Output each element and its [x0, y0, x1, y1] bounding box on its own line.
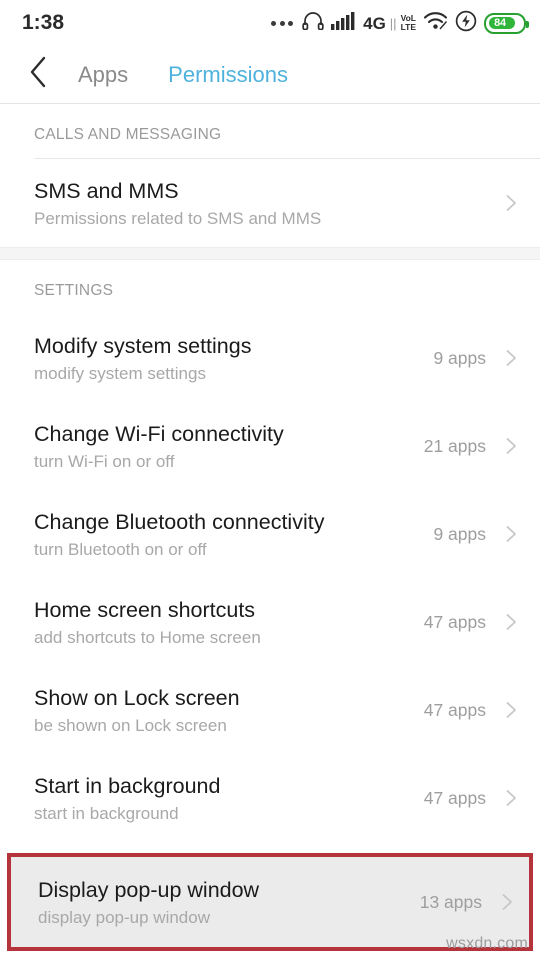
list-item-show-on-lock-screen[interactable]: Show on Lock screen be shown on Lock scr… — [0, 666, 540, 754]
row-text-group: Start in background start in background — [34, 773, 424, 824]
row-count: 47 apps — [423, 611, 486, 632]
section-settings: SETTINGS Modify system settings modify s… — [0, 260, 540, 951]
list-item-modify-system-settings[interactable]: Modify system settings modify system set… — [0, 314, 540, 402]
more-dots-icon — [271, 20, 294, 26]
row-count: 9 apps — [433, 347, 486, 368]
headset-icon — [302, 11, 324, 35]
list-item-sms-and-mms[interactable]: SMS and MMS Permissions related to SMS a… — [0, 159, 540, 247]
volte-icon: VoL LTE — [401, 14, 416, 32]
row-count: 13 apps — [419, 891, 482, 912]
row-count: 21 apps — [423, 435, 486, 456]
tab-permissions[interactable]: Permissions — [168, 63, 288, 86]
row-right-group: 13 apps — [420, 892, 516, 913]
row-subtitle: start in background — [34, 803, 179, 823]
network-4g-label: 4G — [363, 13, 386, 33]
row-title: Display pop-up window — [38, 877, 260, 902]
list-item-change-bluetooth-connectivity[interactable]: Change Bluetooth connectivity turn Bluet… — [0, 490, 540, 578]
row-text-group: SMS and MMS Permissions related to SMS a… — [34, 178, 486, 229]
chevron-right-icon — [502, 349, 520, 367]
row-subtitle: display pop-up window — [38, 907, 210, 927]
row-subtitle: add shortcuts to Home screen — [34, 627, 261, 647]
section-header-settings: SETTINGS — [34, 282, 114, 299]
row-title: Change Wi-Fi connectivity — [34, 421, 284, 446]
row-title: Show on Lock screen — [34, 685, 240, 710]
row-text-group: Change Wi-Fi connectivity turn Wi-Fi on … — [34, 421, 424, 472]
signal-separator-icon: || — [389, 15, 397, 31]
row-right-group: 21 apps — [424, 436, 520, 457]
permissions-list[interactable]: CALLS AND MESSAGING SMS and MMS Permissi… — [0, 104, 540, 956]
section-header-calls: CALLS AND MESSAGING — [34, 126, 222, 143]
status-bar: 1:38 4G || VoL LTE 84 — [0, 0, 540, 46]
row-subtitle: turn Bluetooth on or off — [34, 539, 207, 559]
tab-apps[interactable]: Apps — [78, 63, 128, 86]
chevron-right-icon — [502, 789, 520, 807]
section-calls-and-messaging: CALLS AND MESSAGING SMS and MMS Permissi… — [0, 104, 540, 247]
chevron-left-icon — [28, 55, 50, 94]
row-right-group: 47 apps — [424, 788, 520, 809]
row-subtitle: be shown on Lock screen — [34, 715, 227, 735]
battery-level-label: 84 — [494, 17, 506, 29]
row-count: 47 apps — [423, 787, 486, 808]
row-subtitle: Permissions related to SMS and MMS — [34, 208, 322, 228]
section-spacer — [0, 247, 540, 260]
phone-screen: 1:38 4G || VoL LTE 84 Apps Permissions C… — [0, 0, 540, 956]
row-text-group: Home screen shortcuts add shortcuts to H… — [34, 597, 424, 648]
app-bar: Apps Permissions — [0, 46, 540, 104]
chevron-right-icon — [502, 437, 520, 455]
chevron-right-icon — [502, 701, 520, 719]
row-subtitle: modify system settings — [34, 363, 206, 383]
row-right-group: 47 apps — [424, 700, 520, 721]
row-right-group: 47 apps — [424, 612, 520, 633]
row-text-group: Show on Lock screen be shown on Lock scr… — [34, 685, 424, 736]
row-subtitle: turn Wi-Fi on or off — [34, 451, 175, 471]
row-text-group: Modify system settings modify system set… — [34, 333, 433, 384]
list-item-home-screen-shortcuts[interactable]: Home screen shortcuts add shortcuts to H… — [0, 578, 540, 666]
row-title: Change Bluetooth connectivity — [34, 509, 325, 534]
row-count: 47 apps — [423, 699, 486, 720]
row-count: 9 apps — [433, 523, 486, 544]
row-title: SMS and MMS — [34, 178, 179, 203]
chevron-right-icon — [502, 613, 520, 631]
back-button[interactable] — [0, 46, 78, 104]
battery-icon: 84 — [484, 12, 529, 34]
row-title: Start in background — [34, 773, 221, 798]
list-item-change-wifi-connectivity[interactable]: Change Wi-Fi connectivity turn Wi-Fi on … — [0, 402, 540, 490]
row-right-group — [486, 194, 520, 212]
chevron-right-icon — [502, 194, 520, 212]
row-title: Home screen shortcuts — [34, 597, 256, 622]
list-item-start-in-background[interactable]: Start in background start in background … — [0, 754, 540, 842]
flash-icon — [455, 10, 477, 37]
volte-bottom-label: LTE — [400, 22, 416, 32]
row-text-group: Change Bluetooth connectivity turn Bluet… — [34, 509, 433, 560]
chevron-right-icon — [502, 525, 520, 543]
row-title: Modify system settings — [34, 333, 252, 358]
watermark: wsxdn.com — [446, 935, 528, 952]
row-right-group: 9 apps — [433, 524, 520, 545]
status-icon-group: 4G || VoL LTE 84 — [271, 10, 529, 37]
wifi-icon — [423, 11, 448, 35]
signal-bars-icon — [331, 11, 356, 35]
row-text-group: Display pop-up window display pop-up win… — [38, 877, 420, 928]
chevron-right-icon — [498, 893, 516, 911]
tab-bar: Apps Permissions — [78, 63, 288, 86]
status-time: 1:38 — [22, 11, 65, 34]
row-right-group: 9 apps — [433, 348, 520, 369]
